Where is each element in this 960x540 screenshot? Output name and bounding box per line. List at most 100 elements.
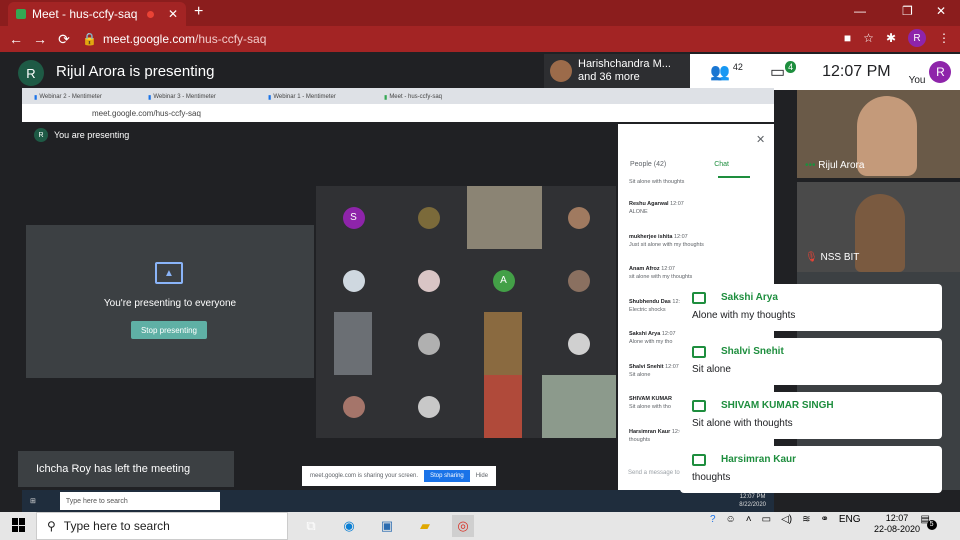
tab-title: Meet - hus-ccfy-saq	[32, 7, 138, 21]
grid-initial-a: A	[492, 269, 515, 292]
grid-tile: A	[466, 249, 541, 312]
sharing-notice: meet.google.com is sharing your screen.	[310, 473, 419, 479]
maximize-icon[interactable]: ❐	[902, 4, 913, 18]
chat-toast[interactable]: Harsimran Kaur thoughts	[680, 446, 942, 493]
task-view-icon[interactable]: ⧉	[300, 515, 322, 537]
shared-avatar: R	[34, 128, 48, 142]
you-avatar[interactable]: R	[929, 61, 952, 83]
profile-avatar[interactable]: R	[908, 29, 926, 47]
chat-message: Reshu Agarwal 12:07 ALONE	[629, 201, 684, 215]
you-label: You	[908, 74, 926, 86]
shared-search: Type here to search	[59, 492, 220, 510]
presenting-to-everyone: You're presenting to everyone	[103, 298, 237, 309]
taskbar-search-input[interactable]: ⚲ Type here to search	[36, 512, 288, 540]
participant-name: ••• Rijul Arora	[805, 160, 865, 171]
tab-people[interactable]: People (42)	[630, 161, 666, 168]
participant-video	[855, 194, 905, 272]
participant-face-icon	[567, 206, 590, 229]
video-tile	[467, 186, 542, 249]
participant-face-icon	[342, 269, 365, 292]
participant-face-icon	[417, 395, 440, 418]
toast-sender: Harsimran Kaur	[721, 454, 797, 465]
meeting-details-title: Meeting details	[629, 134, 690, 144]
tab-chat[interactable]: Chat	[714, 161, 729, 168]
stop-sharing-button[interactable]: Stop sharing	[424, 470, 470, 482]
video-tile	[334, 312, 372, 375]
edge-icon[interactable]: ◉	[338, 515, 360, 537]
grid-tile	[391, 249, 466, 312]
extensions-icon[interactable]: ✱	[886, 31, 896, 45]
stop-presenting-button[interactable]: Stop presenting	[131, 321, 207, 339]
menu-icon[interactable]: ⋮	[938, 31, 950, 45]
url-field[interactable]: 🔒 meet.google.com/hus-ccfy-saq	[82, 30, 866, 48]
grid-tile	[391, 375, 466, 438]
notifications-icon[interactable]: ▤ 5	[921, 514, 937, 530]
close-window-icon[interactable]: ✕	[936, 4, 946, 18]
chevron-up-icon[interactable]: ˄	[746, 514, 752, 525]
joined-participants-pill[interactable]: Harishchandra M... and 36 more	[544, 54, 690, 88]
link-icon[interactable]: ⚭	[820, 514, 828, 525]
chat-toast[interactable]: Shalvi Snehit Sit alone	[680, 338, 942, 385]
grid-tile	[541, 249, 616, 312]
start-button-icon[interactable]	[12, 518, 26, 532]
send-message-input[interactable]: Send a message to	[628, 470, 680, 476]
help-icon[interactable]: ?	[710, 514, 716, 525]
meet-header-controls: 👥 42 ▭ 4 12:07 PM You R	[690, 54, 960, 90]
browser-toolbar-right: ■ ☆ ✱ R ⋮	[844, 29, 950, 47]
close-tab-icon[interactable]: ✕	[168, 7, 178, 21]
present-screen-icon: ▲	[155, 262, 183, 284]
participant-face-icon	[567, 332, 590, 355]
people-button[interactable]: 👥 42	[710, 62, 746, 82]
chat-count-badge: 4	[785, 61, 797, 73]
participant-face-icon	[567, 269, 590, 292]
shared-taskbar: ⊞ Type here to search 12:07 PM 8/22/2020	[22, 490, 774, 512]
toast-sender: Shalvi Snehit	[721, 346, 784, 357]
laptop-icon[interactable]: ▭	[762, 514, 771, 525]
grid-tile: S	[316, 186, 391, 249]
chat-message: Sit alone with thoughts	[629, 179, 685, 185]
joined-more: and 36 more	[578, 71, 640, 83]
participant-tile-rijul[interactable]: ••• Rijul Arora	[797, 90, 960, 178]
mic-muted-icon: 🎙	[805, 252, 818, 263]
wifi-icon[interactable]: ≋	[802, 514, 810, 525]
toast-text: Alone with my thoughts	[692, 310, 796, 321]
hide-button[interactable]: Hide	[476, 473, 488, 479]
new-tab-button[interactable]: +	[194, 3, 203, 21]
minimize-icon[interactable]: —	[854, 4, 866, 18]
grid-tile	[316, 375, 391, 438]
volume-icon[interactable]: ◁)	[781, 514, 792, 525]
participant-tile-nss[interactable]: 🎙 NSS BIT	[797, 182, 960, 272]
participant-name: 🎙 NSS BIT	[805, 252, 860, 263]
language-indicator[interactable]: ENG	[839, 514, 861, 525]
lock-icon: 🔒	[82, 32, 97, 46]
chat-icon	[692, 292, 706, 304]
shared-tab-3: ▮ Webinar 1 - Mentimeter	[268, 94, 336, 101]
chat-icon	[692, 400, 706, 412]
store-icon[interactable]: ▣	[376, 515, 398, 537]
taskbar-clock[interactable]: 12:07 22-08-2020	[874, 513, 920, 535]
presenter-avatar: R	[18, 60, 44, 86]
reload-icon[interactable]: ⟳	[52, 31, 76, 48]
participant-face-icon	[342, 395, 365, 418]
participant-grid: S A	[316, 186, 616, 438]
meet-favicon-icon	[16, 9, 26, 19]
forward-icon[interactable]: →	[28, 31, 52, 47]
presenting-title: Rijul Arora is presenting	[56, 63, 215, 80]
close-panel-icon[interactable]: ✕	[756, 133, 765, 146]
chat-toast[interactable]: SHIVAM KUMAR SINGH Sit alone with though…	[680, 392, 942, 439]
people-tray-icon[interactable]: ☺	[726, 514, 736, 525]
browser-tab[interactable]: Meet - hus-ccfy-saq ✕	[8, 2, 186, 26]
camera-icon[interactable]: ■	[844, 31, 851, 45]
chrome-icon[interactable]: ◎	[452, 515, 474, 537]
back-icon[interactable]: ←	[4, 31, 28, 47]
people-count: 42	[732, 62, 743, 72]
url-host: meet.google.com	[102, 32, 196, 46]
chat-button[interactable]: ▭ 4	[770, 61, 797, 82]
video-tile	[542, 375, 616, 438]
bookmark-star-icon[interactable]: ☆	[863, 31, 874, 45]
file-explorer-icon[interactable]: ▰	[414, 515, 436, 537]
toast-sender: Sakshi Arya	[721, 292, 778, 303]
chat-toast[interactable]: Sakshi Arya Alone with my thoughts	[680, 284, 942, 331]
grid-tile	[541, 312, 616, 375]
shared-clock: 12:07 PM 8/22/2020	[739, 494, 766, 508]
